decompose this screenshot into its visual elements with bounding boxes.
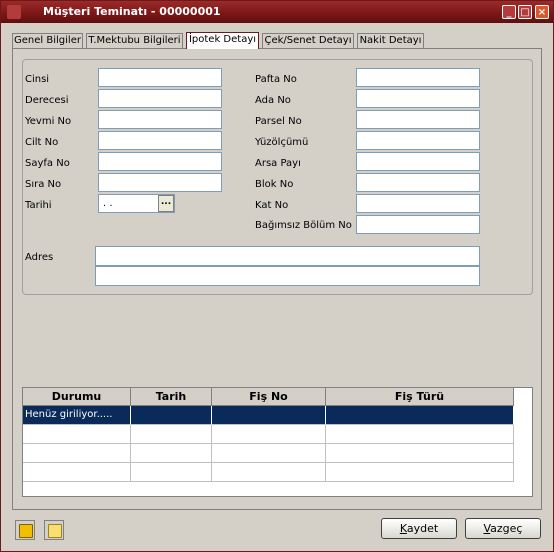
tab-genel-bilgiler[interactable]: Genel Bilgiler bbox=[12, 33, 83, 48]
arsa-payi-label: Arsa Payı bbox=[255, 158, 301, 169]
ada-no-field[interactable] bbox=[356, 89, 480, 108]
save-label: aydet bbox=[406, 522, 439, 535]
sira-no-field[interactable] bbox=[98, 173, 222, 192]
yevmi-no-field[interactable] bbox=[98, 110, 222, 129]
cilt-no-label: Cilt No bbox=[25, 137, 59, 148]
tab-ipotek-detayi[interactable]: İpotek Detayı bbox=[186, 32, 259, 49]
cinsi-label: Cinsi bbox=[25, 74, 50, 85]
pafta-no-field[interactable] bbox=[356, 68, 480, 87]
tab-nakit-detayi[interactable]: Nakit Detayı bbox=[357, 33, 424, 48]
table-cell[interactable] bbox=[326, 444, 514, 463]
arsa-payi-field[interactable] bbox=[356, 152, 480, 171]
table-cell[interactable] bbox=[23, 444, 131, 463]
sayfa-no-label: Sayfa No bbox=[25, 158, 70, 169]
save-mnemonic: K bbox=[399, 522, 407, 535]
tarihi-label: Tarihi bbox=[25, 200, 52, 211]
tab-t-mektubu-bilgileri[interactable]: T.Mektubu Bilgileri bbox=[86, 33, 183, 48]
cancel-button[interactable]: Vazgeç bbox=[465, 518, 541, 539]
notes-icon bbox=[48, 524, 62, 538]
close-button[interactable]: × bbox=[535, 5, 549, 19]
table-cell[interactable] bbox=[131, 425, 212, 444]
parsel-no-field[interactable] bbox=[356, 110, 480, 129]
cilt-no-field[interactable] bbox=[98, 131, 222, 150]
kat-no-label: Kat No bbox=[255, 200, 289, 211]
yuzolcumu-field[interactable] bbox=[356, 131, 480, 150]
sira-no-label: Sıra No bbox=[25, 179, 62, 190]
date-picker-button[interactable]: ... bbox=[158, 195, 174, 212]
blok-no-label: Blok No bbox=[255, 179, 294, 190]
table-cell[interactable] bbox=[131, 463, 212, 482]
table-cell[interactable] bbox=[212, 425, 326, 444]
table-cell[interactable] bbox=[131, 406, 212, 425]
window-title: Müşteri Teminatı - 00000001 bbox=[43, 5, 221, 18]
column-header-fis-no[interactable]: Fiş No bbox=[212, 388, 326, 406]
ada-no-label: Ada No bbox=[255, 95, 291, 106]
sayfa-no-field[interactable] bbox=[98, 152, 222, 171]
adres-field-line-1[interactable] bbox=[95, 246, 480, 266]
title-bar[interactable]: Müşteri Teminatı - 00000001 _ □ × bbox=[1, 1, 553, 23]
pafta-no-label: Pafta No bbox=[255, 74, 297, 85]
notes-button[interactable] bbox=[44, 520, 64, 540]
parsel-no-label: Parsel No bbox=[255, 116, 302, 127]
cancel-label: azgeç bbox=[490, 522, 523, 535]
blok-no-field[interactable] bbox=[356, 173, 480, 192]
edit-note-icon bbox=[19, 524, 33, 538]
column-header-tarih[interactable]: Tarih bbox=[131, 388, 212, 406]
table-cell[interactable] bbox=[212, 444, 326, 463]
bagimsiz-bolum-no-field[interactable] bbox=[356, 215, 480, 234]
table-cell[interactable] bbox=[23, 425, 131, 444]
yevmi-no-label: Yevmi No bbox=[25, 116, 72, 127]
table-cell[interactable] bbox=[326, 463, 514, 482]
table-cell[interactable]: Henüz giriliyor..... bbox=[23, 406, 131, 425]
adres-field-line-2[interactable] bbox=[95, 266, 480, 286]
edit-note-button[interactable] bbox=[15, 520, 35, 540]
column-header-fis-turu[interactable]: Fiş Türü bbox=[326, 388, 514, 406]
cinsi-field[interactable] bbox=[98, 68, 222, 87]
save-button[interactable]: Kaydet bbox=[381, 518, 457, 539]
tab-cek-senet-detayi[interactable]: Çek/Senet Detayı bbox=[262, 33, 354, 48]
table-cell[interactable] bbox=[326, 425, 514, 444]
table-cell[interactable] bbox=[23, 463, 131, 482]
minimize-button[interactable]: _ bbox=[502, 5, 516, 19]
derecesi-field[interactable] bbox=[98, 89, 222, 108]
kat-no-field[interactable] bbox=[356, 194, 480, 213]
maximize-button[interactable]: □ bbox=[518, 5, 532, 19]
table-cell[interactable] bbox=[212, 406, 326, 425]
status-grid[interactable]: Durumu Tarih Fiş No Fiş Türü Henüz giril… bbox=[22, 387, 533, 497]
column-header-durumu[interactable]: Durumu bbox=[23, 388, 131, 406]
adres-label: Adres bbox=[25, 252, 54, 263]
derecesi-label: Derecesi bbox=[25, 95, 69, 106]
app-icon bbox=[7, 5, 21, 19]
table-cell[interactable] bbox=[212, 463, 326, 482]
table-cell[interactable] bbox=[326, 406, 514, 425]
yuzolcumu-label: Yüzölçümü bbox=[255, 137, 309, 148]
bagimsiz-bolum-no-label: Bağımsız Bölüm No bbox=[255, 220, 352, 231]
table-cell[interactable] bbox=[131, 444, 212, 463]
